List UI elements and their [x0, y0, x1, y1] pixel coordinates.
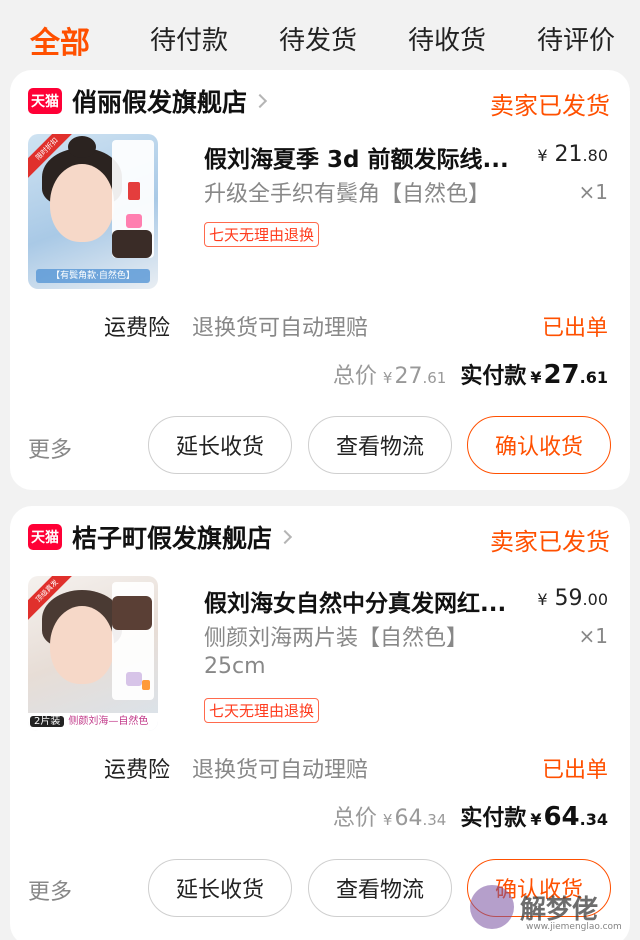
product-title[interactable]: 假刘海女自然中分真发网红... — [204, 584, 506, 618]
product-image[interactable]: 限时折扣 【有鬓角款·自然色】 — [28, 134, 158, 289]
order-card: 天猫 俏丽假发旗舰店 卖家已发货 限时折扣 【有鬓角款·自然色】 假刘海夏季 3… — [10, 70, 630, 490]
product-image[interactable]: 顶级真发 2片装 侧颜刘海—自然色 — [28, 576, 158, 731]
tab-pending-shipment[interactable]: 待发货 — [279, 20, 357, 57]
shipping-insurance-status: 已出单 — [541, 316, 608, 341]
tab-pending-receipt[interactable]: 待收货 — [408, 20, 486, 57]
watermark-text: 解梦佬 — [520, 894, 599, 925]
view-logistics-button[interactable]: 查看物流 — [308, 859, 452, 917]
confirm-receipt-button[interactable]: 确认收货 — [467, 416, 611, 474]
image-caption: 2片装 侧颜刘海—自然色 — [28, 713, 158, 731]
more-link[interactable]: 更多 — [28, 874, 72, 906]
product-quantity: ×1 — [578, 624, 608, 648]
extend-receipt-button[interactable]: 延长收货 — [148, 416, 292, 474]
product-variant: 侧颜刘海两片装【自然色】 — [204, 626, 469, 651]
return-policy-tag: 七天无理由退换 — [204, 698, 320, 723]
total-price: 27 — [394, 364, 423, 389]
chevron-right-icon — [252, 93, 268, 109]
tmall-badge: 天猫 — [28, 524, 62, 550]
product-price: ¥ 21.80 — [537, 142, 608, 167]
store-name: 俏丽假发旗舰店 — [72, 88, 248, 117]
more-link[interactable]: 更多 — [28, 432, 72, 464]
watermark-logo-icon — [470, 885, 514, 929]
order-status: 卖家已发货 — [490, 528, 610, 556]
image-caption: 【有鬓角款·自然色】 — [36, 269, 150, 283]
product-price: ¥ 59.00 — [537, 586, 608, 611]
tab-pending-review[interactable]: 待评价 — [537, 20, 615, 57]
shipping-insurance-desc: 退换货可自动理赔 — [192, 316, 369, 341]
tab-pending-payment[interactable]: 待付款 — [150, 20, 228, 57]
order-totals: 总价 ¥ 64.34 实付款 ¥ 64.34 — [332, 802, 608, 832]
product-variant: 升级全手织有鬓角【自然色】 — [204, 182, 491, 207]
shipping-insurance-desc: 退换货可自动理赔 — [192, 758, 369, 783]
shipping-insurance-status: 已出单 — [541, 758, 608, 783]
paid-amount: 64 — [543, 802, 580, 832]
tmall-badge: 天猫 — [28, 88, 62, 114]
store-name: 桔子町假发旗舰店 — [72, 524, 273, 553]
order-status: 卖家已发货 — [490, 92, 610, 120]
paid-amount: 27 — [543, 360, 580, 390]
watermark-url: www.jiemenglao.com — [526, 922, 622, 932]
product-variant-size: 25cm — [204, 654, 266, 679]
total-price: 64 — [394, 806, 423, 831]
watermark: 解梦佬 www.jiemenglao.com — [470, 876, 638, 938]
order-totals: 总价 ¥ 27.61 实付款 ¥ 27.61 — [332, 360, 608, 390]
view-logistics-button[interactable]: 查看物流 — [308, 416, 452, 474]
order-tabs: 全部 待付款 待发货 待收货 待评价 — [0, 0, 640, 78]
tab-all[interactable]: 全部 — [30, 18, 90, 62]
shipping-insurance-label: 运费险 — [104, 316, 171, 341]
extend-receipt-button[interactable]: 延长收货 — [148, 859, 292, 917]
return-policy-tag: 七天无理由退换 — [204, 222, 320, 247]
product-title[interactable]: 假刘海夏季 3d 前额发际线... — [204, 140, 509, 174]
shipping-insurance-label: 运费险 — [104, 758, 171, 783]
chevron-right-icon — [277, 529, 293, 545]
store-link[interactable]: 天猫 桔子町假发旗舰店 — [28, 516, 293, 558]
store-link[interactable]: 天猫 俏丽假发旗舰店 — [28, 80, 268, 122]
order-card: 天猫 桔子町假发旗舰店 卖家已发货 顶级真发 2片装 侧颜刘海—自然色 假刘海女自… — [10, 506, 630, 940]
product-quantity: ×1 — [578, 180, 608, 204]
